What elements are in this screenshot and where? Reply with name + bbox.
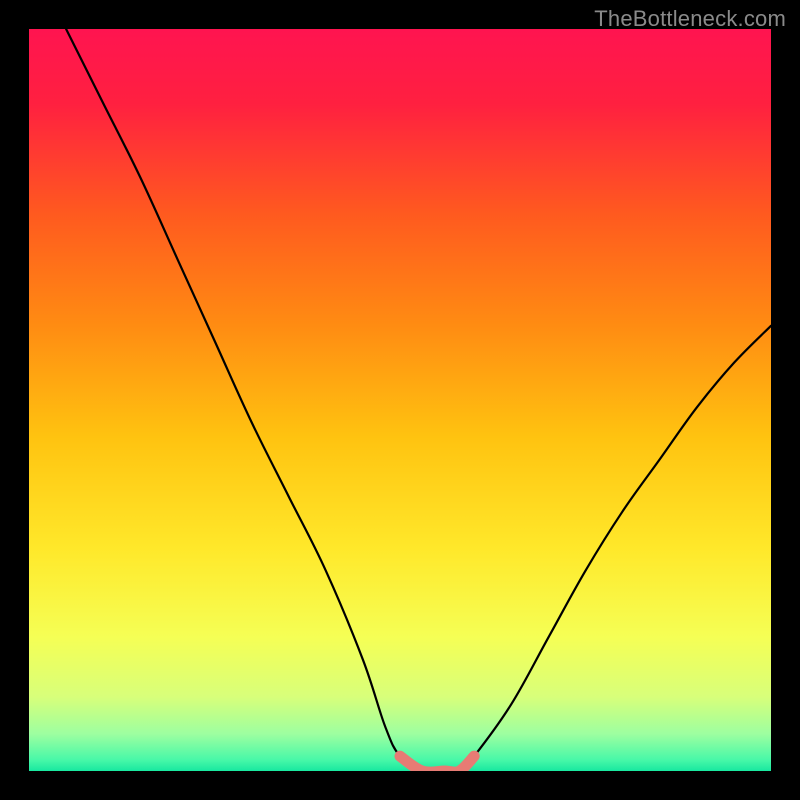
watermark-text: TheBottleneck.com <box>594 6 786 32</box>
chart-frame: TheBottleneck.com <box>0 0 800 800</box>
plot-area <box>29 29 771 771</box>
bottleneck-curve <box>29 29 771 771</box>
